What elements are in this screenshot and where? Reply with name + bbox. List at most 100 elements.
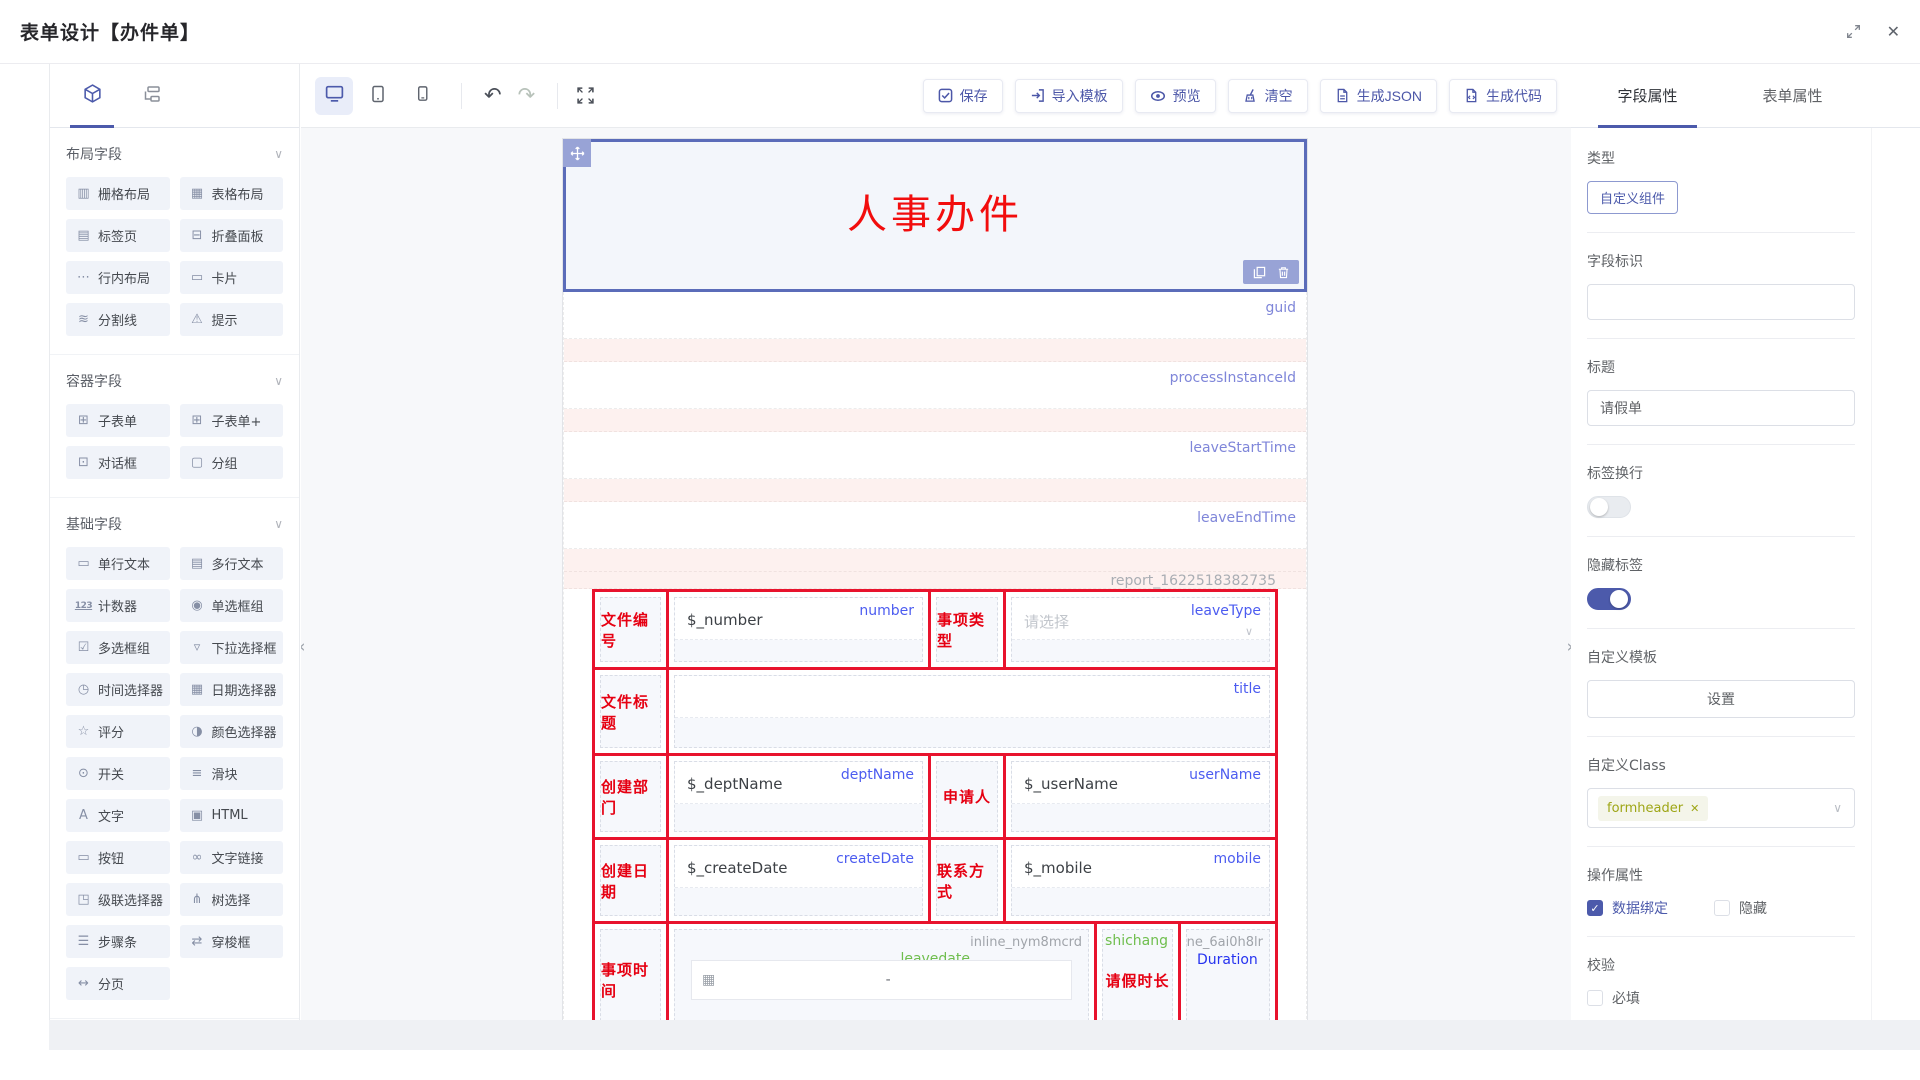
palette-item[interactable]: ◑颜色选择器	[180, 715, 284, 748]
delete-icon[interactable]	[1277, 266, 1290, 279]
toolbar-action-button[interactable]: 预览	[1135, 79, 1216, 113]
class-select[interactable]: formheader ✕ ∨	[1587, 788, 1855, 828]
palette-item[interactable]: ▤多行文本	[180, 547, 284, 580]
window-resize-icon[interactable]	[1846, 24, 1861, 39]
toolbar-action-button[interactable]: 导入模板	[1015, 79, 1123, 113]
palette-item[interactable]: ▣HTML	[180, 799, 284, 832]
table-input-cell[interactable]: $_numbernumber	[669, 592, 931, 667]
binding-tag: mobile	[1214, 851, 1261, 867]
palette-item[interactable]: ⋔树选择	[180, 883, 284, 916]
form-designer-app: 表单设计【办件单】 ✕ 布局字段∨	[0, 0, 1920, 1080]
table-select-cell[interactable]: 请选择leaveType∨	[1006, 592, 1275, 667]
hidden-checkbox[interactable]: ✓ 隐藏	[1714, 898, 1767, 918]
hide-label-toggle[interactable]	[1587, 588, 1631, 610]
device-desktop-button[interactable]	[315, 77, 353, 115]
table-duration-cell[interactable]: ine_6ai0h8lrDuration	[1181, 924, 1275, 1035]
field-id-input[interactable]	[1587, 284, 1855, 320]
palette-item[interactable]: ☑多选框组	[66, 631, 170, 664]
toolbar-action-button[interactable]: 生成JSON	[1320, 79, 1437, 113]
tab-outline[interactable]	[122, 64, 182, 127]
palette-item[interactable]: A文字	[66, 799, 170, 832]
section-title[interactable]: 容器字段∨	[66, 371, 283, 391]
input-value: $_createDate	[687, 859, 788, 877]
hidden-label: 隐藏	[1739, 898, 1767, 918]
table-input-cell[interactable]: $_userNameuserName	[1006, 756, 1275, 837]
table-input-cell[interactable]: $_createDatecreateDate	[669, 840, 931, 921]
checkbox-icon: ✓	[1587, 990, 1603, 1006]
palette-item[interactable]: ◳级联选择器	[66, 883, 170, 916]
section-title[interactable]: 布局字段∨	[66, 144, 283, 164]
palette-item[interactable]: 123计数器	[66, 589, 170, 622]
data-binding-checkbox[interactable]: ✓ 数据绑定	[1587, 898, 1668, 918]
rate-icon: ☆	[74, 724, 93, 739]
palette-item[interactable]: ▭按钮	[66, 841, 170, 874]
palette-item[interactable]: ∞文字链接	[180, 841, 284, 874]
table-row: 创建日期$_createDatecreateDate联系方式$_mobilemo…	[595, 840, 1275, 924]
tab-field-properties[interactable]: 字段属性	[1575, 64, 1720, 127]
table-input-cell[interactable]: $_mobilemobile	[1006, 840, 1275, 921]
table-input-cell[interactable]: $_deptNamedeptName	[669, 756, 931, 837]
required-checkbox[interactable]: ✓ 必填	[1587, 988, 1855, 1008]
text-input[interactable]	[675, 676, 1269, 718]
device-tablet-button[interactable]	[359, 77, 397, 115]
remove-tag-icon[interactable]: ✕	[1690, 802, 1699, 815]
palette-item[interactable]: ▭单行文本	[66, 547, 170, 580]
close-icon[interactable]: ✕	[1887, 22, 1900, 41]
hide-label-label: 隐藏标签	[1587, 555, 1855, 575]
move-handle[interactable]	[563, 139, 591, 167]
collapse-right-panel-handle[interactable]: ›	[1563, 626, 1571, 668]
palette-item[interactable]: ≋分割线	[66, 303, 170, 336]
form-header-component[interactable]: 人事办件	[563, 139, 1307, 292]
palette-item[interactable]: ▤标签页	[66, 219, 170, 252]
hidden-field-row[interactable]: leaveEndTime	[564, 502, 1306, 549]
toolbar-action-button[interactable]: 生成代码	[1449, 79, 1557, 113]
table-row: 创建部门$_deptNamedeptName申请人$_userNameuserN…	[595, 756, 1275, 840]
section-title[interactable]: 基础字段∨	[66, 514, 283, 534]
palette-item[interactable]: ⋯行内布局	[66, 261, 170, 294]
save-button[interactable]: 保存	[923, 79, 1003, 113]
device-phone-button[interactable]	[403, 77, 441, 115]
palette-item[interactable]: ⊡对话框	[66, 446, 170, 479]
palette-item[interactable]: ≡滑块	[180, 757, 284, 790]
daterange-picker[interactable]: ▦-	[691, 960, 1072, 1000]
label-wrap-toggle[interactable]	[1587, 496, 1631, 518]
palette-item[interactable]: ⚠提示	[180, 303, 284, 336]
palette-item-label: 分割线	[98, 310, 137, 329]
component-palette-panel: 布局字段∨ ▥栅格布局 ▦表格布局 ▤标签页 ⊟折叠面板 ⋯行内布局 ▭卡片 ≋分割线 ⚠提示容…	[49, 64, 300, 1050]
palette-item[interactable]: ☆评分	[66, 715, 170, 748]
tab-form-properties[interactable]: 表单属性	[1720, 64, 1865, 127]
collapse-left-panel-handle[interactable]: ‹	[301, 626, 309, 668]
hidden-field-row[interactable]: processInstanceId	[564, 362, 1306, 409]
palette-item[interactable]: ⊙开关	[66, 757, 170, 790]
table-input-cell[interactable]: title	[669, 670, 1275, 753]
copy-icon[interactable]	[1253, 266, 1266, 279]
palette-item[interactable]: ▭卡片	[180, 261, 284, 294]
binding-tag: leaveType	[1191, 603, 1261, 619]
toolbar-action-button[interactable]: 清空	[1228, 79, 1308, 113]
palette-item[interactable]: ⊞子表单	[66, 404, 170, 437]
palette-item[interactable]: ◷时间选择器	[66, 673, 170, 706]
palette-item-label: 对话框	[98, 453, 137, 472]
palette-item[interactable]: ▦日期选择器	[180, 673, 284, 706]
table-daterange-cell[interactable]: inline_nym8mcrdleavedate▦-	[669, 924, 1097, 1035]
palette-item[interactable]: ⊟折叠面板	[180, 219, 284, 252]
settings-button[interactable]: 设置	[1587, 680, 1855, 718]
palette-item[interactable]: ⊞子表单+	[180, 404, 284, 437]
fullscreen-icon[interactable]	[576, 86, 595, 105]
palette-item-label: 多行文本	[212, 554, 264, 573]
palette-item[interactable]: ↔分页	[66, 967, 170, 1000]
hidden-field-row[interactable]: guid	[564, 292, 1306, 339]
tab-components[interactable]	[62, 64, 122, 127]
undo-button[interactable]: ↶	[476, 85, 510, 106]
palette-item[interactable]: ▢分组	[180, 446, 284, 479]
palette-item[interactable]: ◉单选框组	[180, 589, 284, 622]
hidden-field-row[interactable]: leaveStartTime	[564, 432, 1306, 479]
title-input[interactable]	[1587, 390, 1855, 426]
redo-button[interactable]: ↷	[510, 85, 544, 106]
palette-item[interactable]: ▥栅格布局	[66, 177, 170, 210]
palette-item[interactable]: ▿下拉选择框	[180, 631, 284, 664]
palette-item[interactable]: ⇄穿梭框	[180, 925, 284, 958]
palette-item[interactable]: ☰步骤条	[66, 925, 170, 958]
palette-item[interactable]: ▦表格布局	[180, 177, 284, 210]
radio-group-icon: ◉	[188, 598, 207, 613]
